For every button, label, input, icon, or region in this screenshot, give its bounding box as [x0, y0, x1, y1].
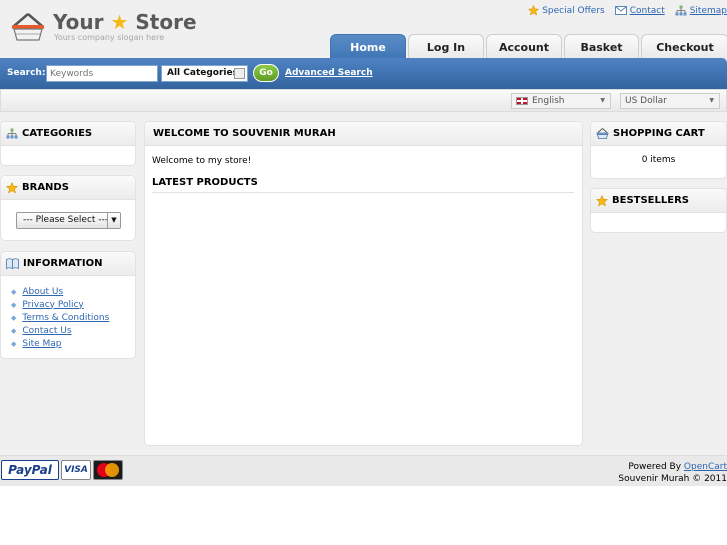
chevron-down-icon: ▼ [600, 97, 605, 104]
brands-box: BRANDS --- Please Select --- ▼ [0, 175, 136, 241]
bullet-icon: ◆ [11, 326, 17, 335]
categories-box: CATEGORIES [0, 121, 136, 166]
logo-text-right: Store [135, 10, 197, 34]
tab-checkout[interactable]: Checkout [641, 34, 727, 59]
tab-basket[interactable]: Basket [564, 34, 639, 59]
brands-title: BRANDS [22, 182, 69, 193]
paypal-label: PayPal [8, 463, 52, 477]
sitemap-link[interactable]: Sitemap [675, 5, 727, 16]
information-box: INFORMATION ◆ About Us ◆ Privacy Policy ◆ T… [0, 251, 136, 359]
tab-home[interactable]: Home [330, 34, 406, 59]
search-input[interactable] [46, 65, 158, 82]
language-select[interactable]: English ▼ [511, 93, 611, 109]
star-icon [528, 5, 540, 16]
uk-flag-icon [516, 96, 528, 105]
brands-header: BRANDS [1, 176, 135, 200]
contact-us-link[interactable]: Contact Us [22, 326, 71, 336]
categories-header: CATEGORIES [1, 122, 135, 146]
search-go-button[interactable]: Go [253, 64, 279, 82]
category-select[interactable]: All Categories [161, 65, 248, 82]
logo-slogan: Yours company slogan here [54, 33, 165, 42]
brands-select[interactable]: --- Please Select --- ▼ [16, 212, 121, 229]
top-links: Special Offers Contact Sitemap [528, 5, 727, 16]
language-value: English [532, 96, 565, 106]
special-offers-link[interactable]: Special Offers [528, 5, 605, 16]
sitemap-label: Sitemap [689, 5, 727, 16]
shopping-cart-title: SHOPPING CART [613, 128, 705, 139]
brands-select-value: --- Please Select --- [23, 215, 109, 225]
visa-label: VISA [64, 465, 88, 475]
logo-name: Your ★ Store [53, 10, 197, 34]
search-bar: Search: All Categories Go Advanced Searc… [0, 58, 727, 89]
contact-label: Contact [629, 5, 665, 16]
tab-log-in[interactable]: Log In [408, 34, 484, 59]
main-nav-tabs: Home Log In Account Basket Checkout [330, 34, 727, 59]
tab-account[interactable]: Account [486, 34, 562, 59]
information-title: INFORMATION [23, 258, 103, 269]
main-content-box: WELCOME TO SOUVENIR MURAH Welcome to my … [144, 121, 583, 446]
privacy-policy-link[interactable]: Privacy Policy [22, 300, 83, 310]
latest-products-heading: LATEST PRODUCTS [152, 177, 574, 193]
welcome-text: Welcome to my store! [152, 156, 252, 166]
categories-title: CATEGORIES [22, 128, 93, 139]
bullet-icon: ◆ [11, 313, 17, 322]
opencart-link[interactable]: OpenCart [684, 462, 727, 472]
list-item: ◆ Privacy Policy [11, 298, 135, 311]
information-list: ◆ About Us ◆ Privacy Policy ◆ Terms & Condi… [1, 276, 135, 350]
mastercard-circles-icon [97, 463, 119, 477]
special-offers-label: Special Offers [542, 5, 605, 16]
page-title: WELCOME TO SOUVENIR MURAH [153, 128, 336, 139]
sitemap-icon [6, 128, 18, 139]
search-label: Search: [7, 68, 46, 78]
information-header: INFORMATION [1, 252, 135, 276]
basket-logo-icon [12, 13, 44, 41]
store-logo[interactable]: Your ★ Store Yours company slogan here [10, 10, 197, 50]
cart-icon [596, 128, 609, 139]
main-header: WELCOME TO SOUVENIR MURAH [145, 122, 582, 146]
list-item: ◆ Contact Us [11, 324, 135, 337]
currency-select[interactable]: US Dollar ▼ [620, 93, 720, 109]
advanced-search-link[interactable]: Advanced Search [285, 68, 373, 78]
logo-text-left: Your [53, 10, 104, 34]
list-item: ◆ Site Map [11, 337, 135, 350]
currency-value: US Dollar [625, 96, 667, 106]
list-item: ◆ Terms & Conditions [11, 311, 135, 324]
mail-icon [614, 6, 627, 15]
page: Your ★ Store Yours company slogan here S… [0, 0, 727, 486]
bestsellers-box: BESTSELLERS [590, 188, 727, 233]
bullet-icon: ◆ [11, 300, 17, 309]
copyright-text: Souvenir Murah © 2011 [618, 474, 727, 484]
chevron-down-icon: ▼ [107, 213, 120, 228]
chevron-down-icon [234, 68, 245, 79]
logo-star-icon: ★ [110, 10, 129, 34]
footer: PayPal VISA Powered By OpenCart Souvenir… [0, 455, 727, 486]
book-icon [6, 258, 19, 269]
visa-logo: VISA [61, 460, 91, 480]
star-icon [6, 181, 18, 194]
list-item: ◆ About Us [11, 285, 135, 298]
powered-by-line: Powered By OpenCart [618, 461, 727, 473]
bestsellers-title: BESTSELLERS [612, 195, 689, 206]
star-icon [596, 194, 608, 207]
terms-conditions-link[interactable]: Terms & Conditions [22, 313, 109, 323]
about-us-link[interactable]: About Us [22, 287, 63, 297]
sitemap-icon [675, 5, 687, 16]
powered-by-prefix: Powered By [628, 462, 682, 472]
shopping-cart-box: SHOPPING CART 0 items [590, 121, 727, 179]
shopping-cart-header: SHOPPING CART [591, 122, 726, 146]
chevron-down-icon: ▼ [709, 97, 714, 104]
bestsellers-header: BESTSELLERS [591, 189, 726, 213]
site-map-link[interactable]: Site Map [22, 339, 61, 349]
category-select-value: All Categories [167, 68, 238, 78]
bullet-icon: ◆ [11, 287, 17, 296]
locale-bar: English ▼ US Dollar ▼ [0, 89, 727, 112]
mastercard-logo [93, 460, 123, 480]
bullet-icon: ◆ [11, 339, 17, 348]
payment-methods: PayPal VISA [1, 460, 123, 480]
paypal-logo: PayPal [1, 460, 59, 480]
contact-link[interactable]: Contact [614, 5, 665, 16]
cart-item-count: 0 items [641, 155, 676, 165]
powered-by: Powered By OpenCart Souvenir Murah © 201… [618, 461, 727, 485]
